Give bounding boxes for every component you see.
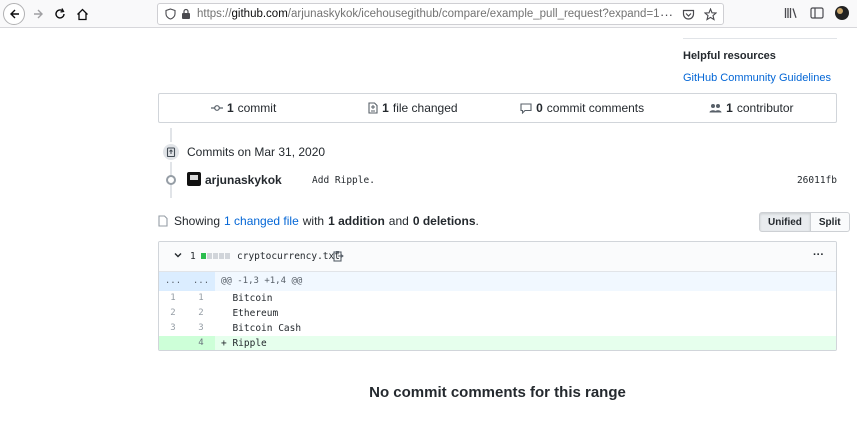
diff-view-toggle: Unified Split <box>759 212 850 232</box>
file-icon <box>158 215 168 227</box>
diff-line: 3 3 Bitcoin Cash <box>159 321 836 336</box>
commit-author[interactable]: arjunaskykok <box>205 173 282 187</box>
people-icon <box>709 104 722 113</box>
summary-comments[interactable]: 0 commit comments <box>498 94 667 122</box>
diff-line-count: 1 <box>190 251 196 262</box>
comments-label: commit comments <box>546 101 645 115</box>
helpful-resources: Helpful resources GitHub Community Guide… <box>683 38 837 84</box>
url-text[interactable]: https://github.com/arjunaskykok/icehouse… <box>197 8 660 20</box>
forward-button[interactable] <box>28 3 50 25</box>
diff-line-added: 4 + Ripple <box>159 336 836 350</box>
url-prefix: https:// <box>197 8 232 20</box>
lock-icon[interactable] <box>178 6 194 22</box>
sidebar-icon[interactable] <box>809 5 825 21</box>
new-line-number[interactable]: 2 <box>187 306 215 321</box>
split-button[interactable]: Split <box>810 212 850 232</box>
compare-summary: 1 commit 1 file changed 0 commit comment… <box>158 93 837 123</box>
home-button[interactable] <box>71 3 93 25</box>
summary-commits[interactable]: 1 commit <box>159 94 328 122</box>
repo-push-icon <box>161 142 181 162</box>
file-header: 1 cryptocurrency.txt ··· <box>159 242 836 272</box>
diff-line: 2 2 Ethereum <box>159 306 836 321</box>
contributors-label: contributor <box>736 101 794 115</box>
author-avatar[interactable] <box>187 172 201 186</box>
old-line-number[interactable]: 3 <box>159 321 187 336</box>
expand-down-button[interactable]: ... <box>187 272 215 291</box>
diff-filename[interactable]: cryptocurrency.txt <box>237 251 340 262</box>
hunk-header: @@ -1,3 +1,4 @@ <box>221 276 303 286</box>
back-button[interactable] <box>3 3 25 25</box>
commit-message[interactable]: Add Ripple. <box>312 175 375 186</box>
bookmark-star-icon[interactable] <box>702 6 719 23</box>
kebab-menu-icon[interactable]: ··· <box>813 249 824 261</box>
summary-contributors[interactable]: 1 contributor <box>667 94 836 122</box>
arrow-left-icon <box>10 9 19 19</box>
deletions-count: 0 deletions <box>412 214 476 228</box>
shield-icon[interactable] <box>162 6 178 22</box>
showing-with: with <box>302 214 325 228</box>
file-diff-icon <box>368 102 378 114</box>
additions-count: 1 addition <box>328 214 385 228</box>
showing-and: and <box>388 214 409 228</box>
line-code: Bitcoin <box>221 293 273 304</box>
commit-icon <box>210 105 223 111</box>
helpful-resources-heading: Helpful resources <box>683 50 776 62</box>
new-line-number[interactable]: 1 <box>187 291 215 306</box>
no-comments-heading: No commit comments for this range <box>369 384 626 401</box>
commits-label: commit <box>237 101 277 115</box>
account-avatar-icon[interactable] <box>835 6 849 20</box>
new-line-number[interactable]: 3 <box>187 321 215 336</box>
line-code: Bitcoin Cash <box>221 323 302 334</box>
new-line-number[interactable]: 4 <box>187 336 215 350</box>
showing-prefix: Showing <box>174 214 221 228</box>
changed-files-link[interactable]: 1 changed file <box>224 214 299 228</box>
files-count: 1 <box>382 101 389 115</box>
home-icon <box>76 8 88 20</box>
browser-toolbar: https://github.com/arjunaskykok/icehouse… <box>0 0 857 28</box>
commit-sha[interactable]: 26011fb <box>797 175 837 186</box>
arrow-right-icon <box>34 9 43 19</box>
page-actions-icon[interactable]: ··· <box>658 6 675 23</box>
diffstat-bar <box>201 253 230 259</box>
summary-files[interactable]: 1 file changed <box>328 94 497 122</box>
line-code: + Ripple <box>221 338 267 349</box>
reload-button[interactable] <box>49 3 71 25</box>
diff-summary: Showing 1 changed file with 1 addition a… <box>158 214 479 228</box>
commit-node-icon <box>166 175 176 185</box>
chevron-down-icon[interactable] <box>173 250 183 263</box>
library-icon[interactable] <box>783 5 799 21</box>
expand-up-button[interactable]: ... <box>159 272 187 291</box>
url-path: /arjunaskykok/icehousegithub/compare/exa… <box>287 8 660 20</box>
diff-line: 1 1 Bitcoin <box>159 291 836 306</box>
commits-count: 1 <box>226 101 234 115</box>
url-domain: github.com <box>231 8 288 20</box>
timeline-line <box>170 128 172 198</box>
old-line-number[interactable]: 1 <box>159 291 187 306</box>
url-bar[interactable]: https://github.com/arjunaskykok/icehouse… <box>157 3 724 25</box>
community-guidelines-link[interactable]: GitHub Community Guidelines <box>683 72 837 84</box>
file-diff: 1 cryptocurrency.txt ··· ... ... @@ -1,3… <box>158 241 837 351</box>
commits-date-heading: Commits on Mar 31, 2020 <box>187 145 326 159</box>
contributors-count: 1 <box>726 101 733 115</box>
files-label: file changed <box>392 101 458 115</box>
pocket-icon[interactable] <box>680 6 697 23</box>
old-line-number[interactable] <box>159 336 187 350</box>
showing-period: . <box>475 214 479 228</box>
comment-icon <box>520 102 532 114</box>
old-line-number[interactable]: 2 <box>159 306 187 321</box>
comments-count: 0 <box>536 101 543 115</box>
line-code: Ethereum <box>221 308 279 319</box>
reload-icon <box>55 8 65 19</box>
unified-button[interactable]: Unified <box>759 212 811 232</box>
clipboard-icon[interactable] <box>333 250 344 265</box>
hunk-header-row: ... ... @@ -1,3 +1,4 @@ <box>159 272 836 291</box>
